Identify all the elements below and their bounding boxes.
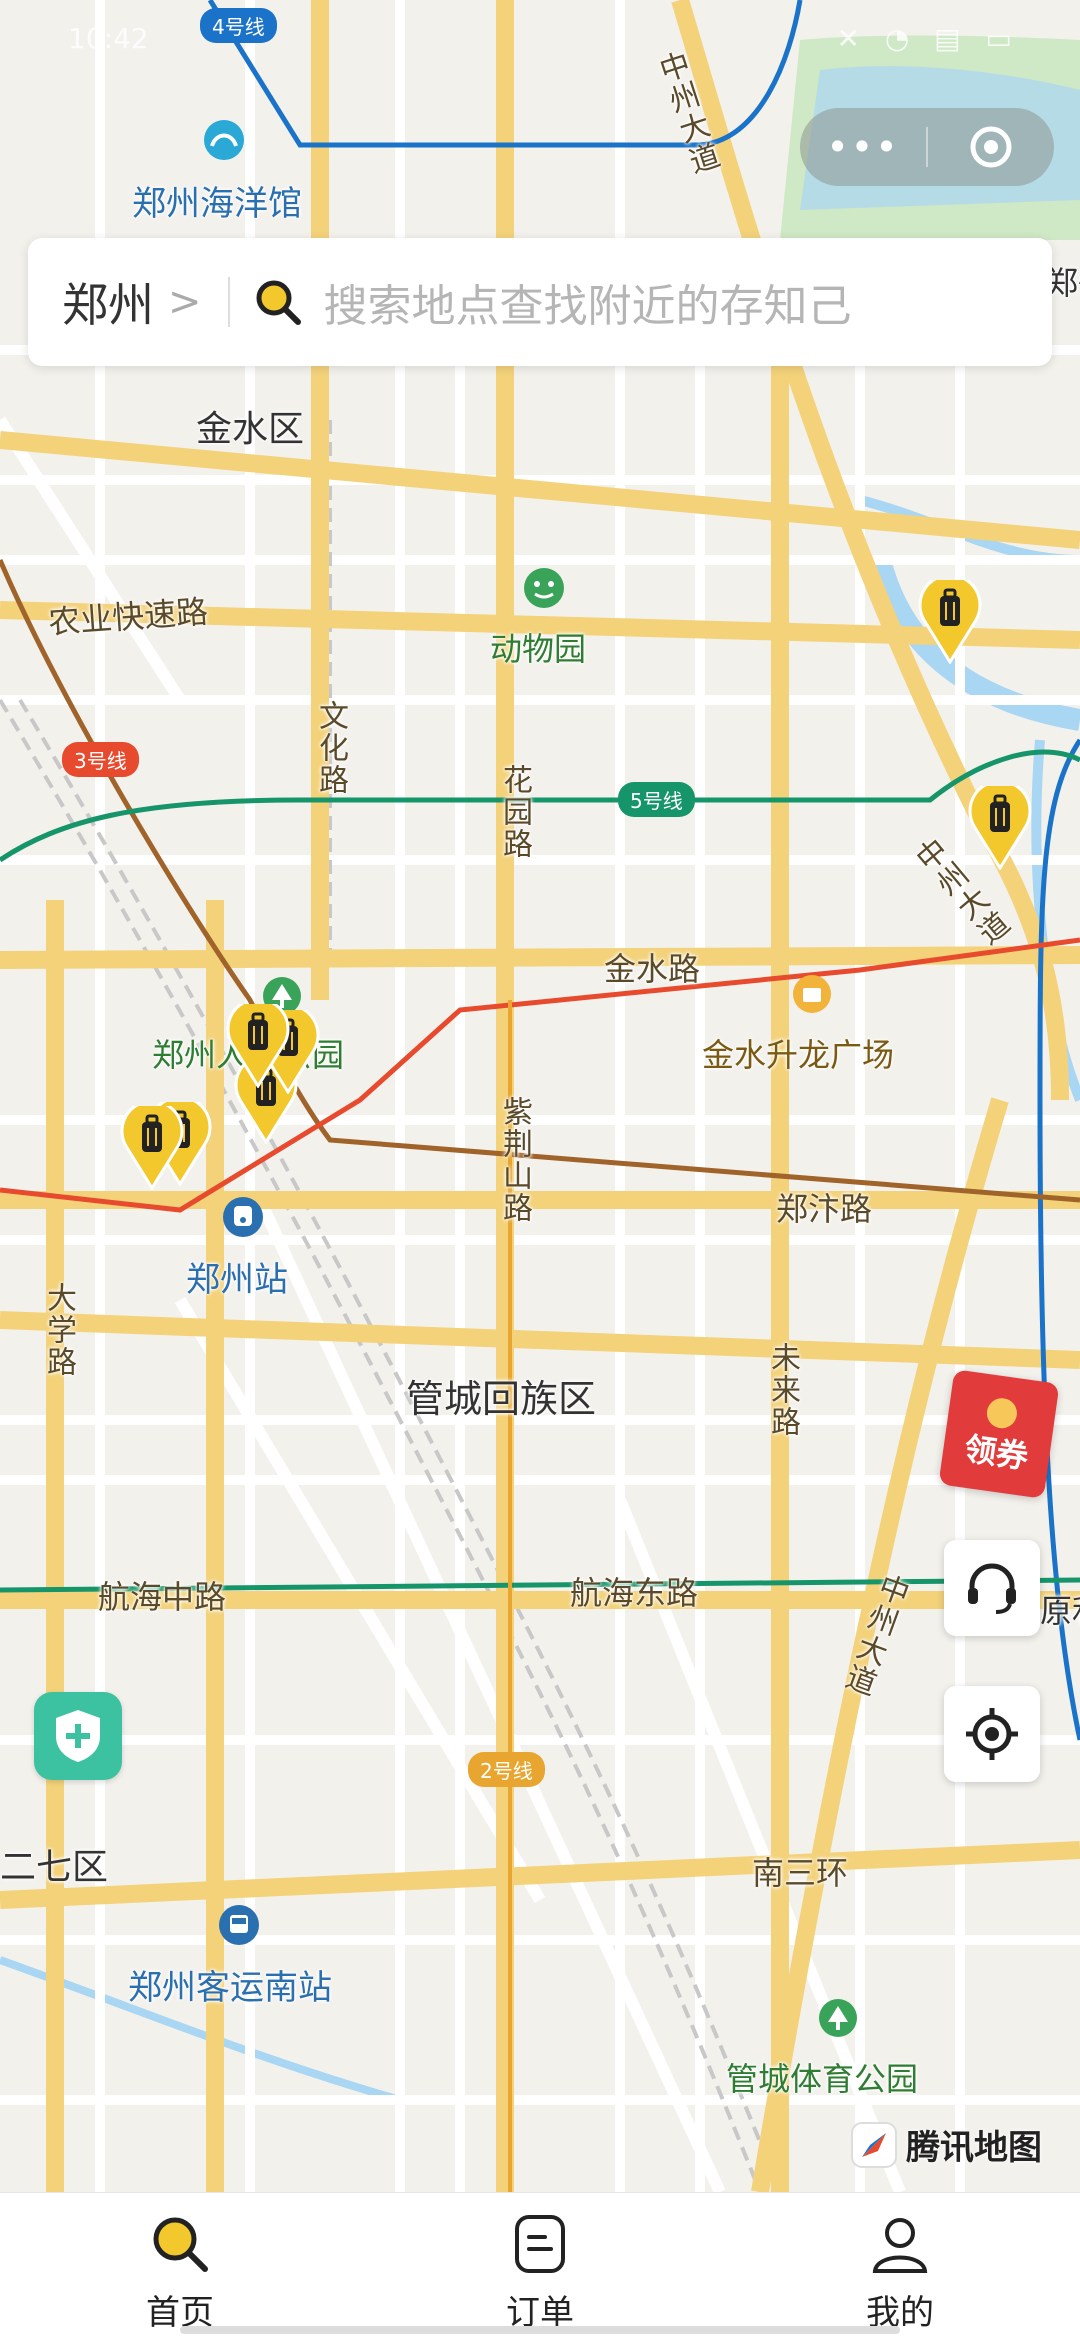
customer-service-button[interactable]: [944, 1540, 1040, 1636]
more-dots-glyph: •••: [826, 125, 900, 169]
bottom-tab-bar: 首页 订单 我的: [0, 2192, 1080, 2341]
map-watermark-text: 腾讯地图: [906, 2128, 1042, 2168]
target-close-icon[interactable]: [928, 108, 1054, 186]
coupon-seal-icon: [984, 1396, 1019, 1431]
headset-icon: [968, 1563, 1016, 1614]
search-icon: [256, 280, 301, 325]
aquarium-icon: [204, 120, 244, 160]
status-bar: 10:42 ✕ ◔ ▤ ▭: [0, 0, 1080, 80]
bus-station-icon: [219, 1905, 259, 1945]
luggage-pin-5[interactable]: [226, 1004, 290, 1088]
tab-profile[interactable]: 我的: [720, 2193, 1080, 2341]
district-label-jinshui: 金水区: [196, 409, 305, 450]
metro-line-5-badge: 5号线: [618, 782, 695, 817]
poi-ocean[interactable]: 郑州海洋馆: [132, 176, 302, 225]
home-indicator: [180, 2326, 900, 2334]
road-label-daxue: 大学路: [41, 1282, 76, 1378]
road-label-huayuan: 花园路: [497, 764, 532, 860]
more-dots-icon[interactable]: •••: [800, 108, 926, 186]
road-label-nansanhuan: 南三环: [752, 1854, 849, 1892]
poi-edge-label-2: 原利: [1040, 1592, 1080, 1630]
poi-station[interactable]: 郑州站: [186, 1252, 288, 1301]
poi-south-bus[interactable]: 郑州客运南站: [128, 1960, 332, 2009]
luggage-pin-2[interactable]: [968, 786, 1032, 870]
search-divider: [227, 277, 230, 327]
order-icon: [515, 2215, 565, 2273]
road-label-zijingshan: 紫荆山路: [497, 1096, 532, 1224]
target-close-svg: [970, 126, 1012, 168]
road-label-wenhua: 文化路: [313, 700, 348, 796]
search-bar: 郑州 > 搜索地点查找附近的存知己: [28, 238, 1052, 366]
train-station-icon: [223, 1197, 263, 1237]
park-tree-icon-2: [819, 1999, 857, 2037]
safety-shield-button[interactable]: [34, 1692, 122, 1780]
search-input[interactable]: 搜索地点查找附近的存知己: [324, 270, 852, 334]
mini-program-capsule: •••: [800, 108, 1054, 186]
coupon-label: 领券: [962, 1429, 1031, 1477]
district-label-erqi: 二七区: [0, 1847, 109, 1888]
tab-home[interactable]: 首页: [0, 2193, 360, 2341]
status-icons: ✕ ◔ ▤ ▭: [836, 22, 1020, 55]
tab-orders[interactable]: 订单: [360, 2193, 720, 2341]
poi-zoo[interactable]: 动物园: [490, 624, 586, 670]
poi-jinshui-plaza[interactable]: 金水升龙广场: [702, 1030, 894, 1076]
luggage-pin-7[interactable]: [120, 1106, 184, 1190]
map-watermark: 腾讯地图: [850, 2120, 1042, 2169]
luggage-pin-1[interactable]: [918, 580, 982, 664]
district-label-guancheng: 管城回族区: [406, 1377, 597, 1421]
person-icon: [872, 2218, 928, 2273]
road-label-hanghai-dong: 航海东路: [570, 1574, 699, 1612]
road-label-hanghai-zhong: 航海中路: [98, 1578, 227, 1616]
metro-line-3-badge: 3号线: [62, 742, 139, 777]
mall-icon: [793, 975, 831, 1013]
road-label-zhengbian: 郑汴路: [776, 1190, 873, 1228]
search-icon: [153, 2217, 208, 2272]
status-time: 10:42: [68, 22, 149, 55]
metro-line-2-badge: 2号线: [468, 1752, 545, 1787]
tencent-map-logo-icon: [851, 2121, 897, 2168]
chevron-right-icon[interactable]: >: [168, 279, 202, 325]
coupon-button[interactable]: 领券: [938, 1369, 1060, 1499]
locate-icon: [966, 1708, 1018, 1760]
zoo-icon: [524, 568, 564, 608]
road-label-jinshui: 金水路: [604, 950, 701, 988]
road-label-weilai: 未来路: [765, 1342, 800, 1438]
locate-button[interactable]: [944, 1686, 1040, 1782]
city-selector[interactable]: 郑州: [62, 269, 154, 335]
poi-sports-park[interactable]: 管城体育公园: [726, 2054, 918, 2100]
shield-plus-icon: [56, 1710, 100, 1762]
